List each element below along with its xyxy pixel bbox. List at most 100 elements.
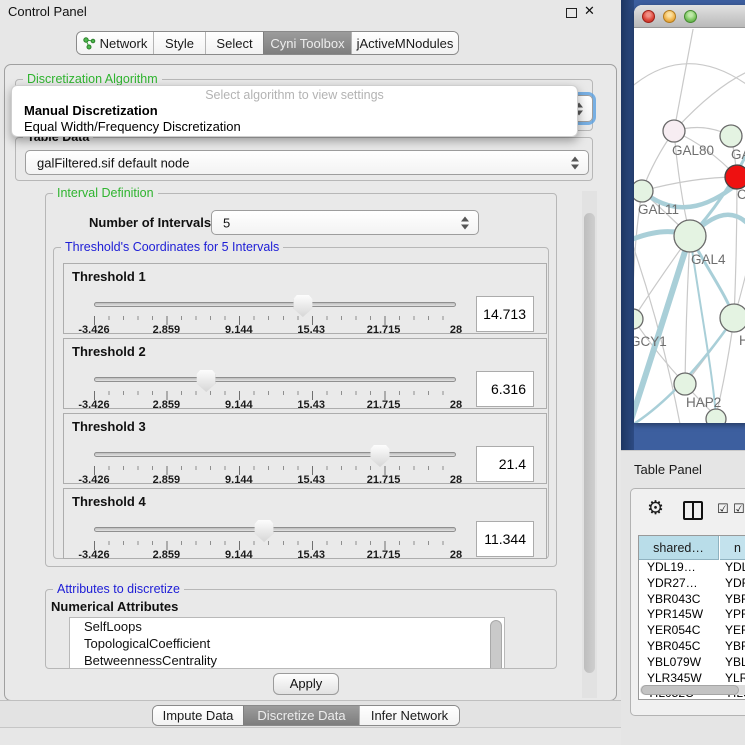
table-row[interactable]: YDL19…YDL1 <box>639 560 745 576</box>
tab-discretize-data[interactable]: Discretize Data <box>243 706 359 725</box>
attributes-list-scrollbar[interactable] <box>490 620 502 669</box>
tab-infer-network[interactable]: Infer Network <box>359 706 459 725</box>
table-rows: YDL19…YDL1 YDR27…YDR2 YBR043CYBR0 YPR145… <box>639 560 745 700</box>
node-attribute-table: shared… n YDL19…YDL1 YDR27…YDR2 YBR043CY… <box>638 535 745 700</box>
table-horizontal-scrollbar[interactable] <box>640 685 745 695</box>
threshold-1-value[interactable]: 14.713 <box>476 296 534 332</box>
cyni-toolbox-panel: Discretization Algorithm Select algorith… <box>4 64 617 701</box>
close-icon[interactable]: ✕ <box>584 3 595 19</box>
numerical-attributes-list: SelfLoops TopologicalCoefficient Between… <box>69 617 505 669</box>
tab-impute-data[interactable]: Impute Data <box>153 706 243 725</box>
tab-cyni-toolbox-label: Cyni Toolbox <box>270 36 344 51</box>
tab-discretize-data-label: Discretize Data <box>257 708 345 723</box>
dropdown-option-manual[interactable]: Manual Discretization <box>24 103 158 118</box>
list-item[interactable]: TopologicalCoefficient <box>70 635 504 652</box>
slider-track[interactable] <box>94 377 456 382</box>
panel-vertical-scrollbar[interactable] <box>582 191 597 698</box>
scale-label: 15.43 <box>297 399 325 411</box>
table-row[interactable]: YBR045CYBR0 <box>639 639 745 655</box>
column-header-name[interactable]: n <box>720 536 745 560</box>
tab-network[interactable]: Network <box>77 32 153 54</box>
dropdown-option-equal-width[interactable]: Equal Width/Frequency Discretization <box>24 119 241 134</box>
node-gal11 <box>634 180 653 202</box>
table-panel: Table Panel ⚙ ☑ ☑ shared… n YDL19…YDL1 Y… <box>621 450 745 745</box>
threshold-2-slider: -3.426 2.859 9.144 15.43 21.715 28 <box>94 339 456 410</box>
scale-label: 28 <box>450 399 462 411</box>
slider-track[interactable] <box>94 452 456 457</box>
cell: YER054C <box>647 623 700 639</box>
threshold-4-value[interactable]: 11.344 <box>476 521 534 557</box>
scrollbar-thumb[interactable] <box>584 213 595 673</box>
slider-scale-labels: -3.426 2.859 9.144 15.43 21.715 28 <box>94 549 456 562</box>
node-label-gcy1: GCY1 <box>634 334 667 349</box>
apply-button[interactable]: Apply <box>273 673 339 695</box>
table-row[interactable]: YER054C YER0 <box>639 623 745 639</box>
scale-label: 2.859 <box>153 549 181 561</box>
table-row[interactable]: YBL079W YBL0 <box>639 655 745 671</box>
scale-label: 9.144 <box>225 399 253 411</box>
thresholds-group-title: Threshold's Coordinates for 5 Intervals <box>61 240 283 254</box>
checkbox-icon[interactable]: ☑ <box>733 502 745 517</box>
scale-label: 21.715 <box>367 324 401 336</box>
zoom-traffic-icon[interactable] <box>684 10 697 23</box>
node-label-partial-2: C <box>737 187 745 202</box>
table-row[interactable]: YPR145WYPR1 <box>639 607 745 623</box>
checkbox-icon[interactable]: ☑ <box>717 502 729 517</box>
table-data-value: galFiltered.sif default node <box>37 155 189 170</box>
desktop-area: GAL80 GA C GAL11 GAL4 GCY1 H HAP2 <box>621 0 745 450</box>
threshold-2-value[interactable]: 6.316 <box>476 371 534 407</box>
list-item[interactable]: BetweennessCentrality <box>70 652 504 669</box>
scrollbar-thumb[interactable] <box>641 685 739 695</box>
interval-definition-title: Interval Definition <box>53 186 158 200</box>
slider-thumb[interactable] <box>255 520 274 542</box>
node-gal4 <box>674 220 706 252</box>
columns-icon[interactable] <box>683 501 703 520</box>
desktop-strip <box>621 0 634 450</box>
scale-label: 2.859 <box>153 399 181 411</box>
scale-label: -3.426 <box>78 549 109 561</box>
threshold-3-value[interactable]: 21.4 <box>476 446 534 482</box>
threshold-2-panel: Threshold 2 -3.426 2.859 9.144 15.43 21.… <box>63 338 547 409</box>
table-row[interactable]: YLR345WYLR3 <box>639 671 745 687</box>
slider-thumb[interactable] <box>370 445 389 467</box>
attributes-group-title: Attributes to discretize <box>53 582 184 596</box>
slider-scale-labels: -3.426 2.859 9.144 15.43 21.715 28 <box>94 399 456 412</box>
tab-cyni-toolbox[interactable]: Cyni Toolbox <box>263 32 351 54</box>
scale-label: 15.43 <box>297 324 325 336</box>
table-panel-title: Table Panel <box>634 462 702 477</box>
table-data-combobox[interactable]: galFiltered.sif default node <box>25 150 589 175</box>
tab-select[interactable]: Select <box>205 32 263 54</box>
node-label-gal80: GAL80 <box>672 143 714 158</box>
network-graph: GAL80 GA C GAL11 GAL4 GCY1 H HAP2 <box>634 29 745 423</box>
cell: YBL0 <box>725 655 745 671</box>
cell: YBL079W <box>647 655 701 671</box>
cell: YDL1 <box>725 560 745 576</box>
list-item[interactable]: SelfLoops <box>70 618 504 635</box>
tab-jactivemnodules[interactable]: jActiveMNodules <box>351 32 458 54</box>
float-window-icon[interactable] <box>566 8 577 18</box>
minimize-traffic-icon[interactable] <box>663 10 676 23</box>
slider-track[interactable] <box>94 302 456 307</box>
algorithm-dropdown-popup: Select algorithm to view settings Manual… <box>11 85 578 137</box>
gear-icon[interactable]: ⚙ <box>647 497 664 519</box>
cell: YBR0 <box>725 639 745 655</box>
scale-label: 21.715 <box>367 399 401 411</box>
column-header-shared[interactable]: shared… <box>639 536 719 560</box>
slider-thumb[interactable] <box>293 295 312 317</box>
node-gal80 <box>663 120 685 142</box>
node-hap2 <box>674 373 696 395</box>
control-panel-window: Control Panel ✕ Network Style Select Cyn… <box>0 0 621 745</box>
cell: YER0 <box>725 623 745 639</box>
network-canvas[interactable]: GAL80 GA C GAL11 GAL4 GCY1 H HAP2 <box>634 29 745 423</box>
scale-label: 21.715 <box>367 549 401 561</box>
tab-style[interactable]: Style <box>153 32 205 54</box>
network-window-titlebar[interactable] <box>634 5 745 28</box>
close-traffic-icon[interactable] <box>642 10 655 23</box>
table-row[interactable]: YDR27…YDR2 <box>639 576 745 592</box>
number-of-intervals-combobox[interactable]: 5 <box>211 210 479 235</box>
scale-label: 28 <box>450 324 462 336</box>
table-row[interactable]: YBR043CYBR0 <box>639 592 745 608</box>
cell: YPR145W <box>647 607 703 623</box>
slider-track[interactable] <box>94 527 456 532</box>
slider-thumb[interactable] <box>197 370 216 392</box>
